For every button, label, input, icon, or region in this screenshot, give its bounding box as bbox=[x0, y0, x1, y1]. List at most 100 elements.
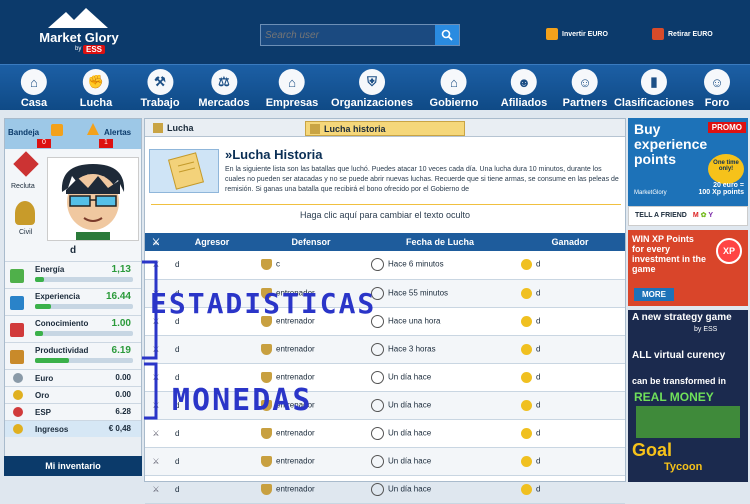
nav-item-label: Afiliados bbox=[500, 97, 548, 109]
aggressor-cell[interactable]: d bbox=[167, 475, 257, 504]
toggle-hidden-text-link[interactable]: Haga clic aquí para cambiar el texto ocu… bbox=[145, 210, 625, 220]
stat-value: 1,13 bbox=[111, 264, 131, 275]
more-button[interactable]: MORE bbox=[634, 288, 674, 301]
alert-icon[interactable] bbox=[87, 123, 99, 135]
win-xp-ad[interactable]: WIN XP Points for every investment in th… bbox=[628, 230, 748, 306]
shield-icon bbox=[261, 455, 272, 467]
winner-cell[interactable]: d bbox=[515, 251, 625, 280]
tab-fight-history[interactable]: Lucha historia bbox=[305, 121, 465, 136]
table-row[interactable]: ⚔ d entrenador Hace 3 horas d bbox=[145, 335, 625, 364]
stat-value: 16.44 bbox=[105, 291, 131, 302]
currency-euro[interactable]: Euro 0.00 bbox=[5, 369, 141, 386]
my-inventory-button[interactable]: Mi inventario bbox=[4, 456, 142, 476]
factory-icon: ⌂ bbox=[279, 69, 305, 95]
stat-label: Experiencia bbox=[35, 292, 80, 301]
goal-tycoon-ad[interactable]: A new strategy game by ESS ALL virtual c… bbox=[628, 310, 748, 482]
trophy-icon bbox=[521, 427, 532, 439]
clock-icon bbox=[371, 370, 384, 384]
wallet-icon bbox=[652, 28, 664, 40]
stat-label: Conocimiento bbox=[35, 319, 89, 328]
winner-cell[interactable]: d bbox=[515, 307, 625, 336]
table-row[interactable]: ⚔ d c Hace 6 minutos d bbox=[145, 251, 625, 280]
stat-experiencia[interactable]: Experiencia 16.44 bbox=[5, 288, 141, 315]
aggressor-cell[interactable]: d bbox=[167, 447, 257, 476]
nav-item-gobierno[interactable]: ⌂ Gobierno bbox=[429, 65, 479, 111]
stat-conocimiento[interactable]: Conocimiento 1.00 bbox=[5, 315, 141, 342]
main-nav: ⌂ Casa ✊ Lucha ⚒ Trabajo ⚖ Mercados ⌂ Empresas ⛨ Or… bbox=[0, 64, 750, 110]
currency-esp[interactable]: ESP 6.28 bbox=[5, 403, 141, 420]
xp-badge-icon: XP bbox=[716, 238, 742, 264]
nav-item-afiliados[interactable]: ☻ Afiliados bbox=[501, 65, 547, 111]
buy-xp-ad-title: Buy experience points bbox=[634, 121, 708, 167]
currency-oro[interactable]: Oro 0.00 bbox=[5, 386, 141, 403]
defender-cell[interactable]: entrenador bbox=[257, 447, 365, 476]
col-header-date[interactable]: Fecha de Lucha bbox=[365, 233, 515, 251]
alerts-count-badge: 1 bbox=[99, 139, 113, 148]
nav-item-casa[interactable]: ⌂ Casa bbox=[21, 65, 47, 111]
defender-cell[interactable]: entrenador bbox=[257, 419, 365, 448]
defender-cell[interactable]: entrenador bbox=[257, 335, 365, 364]
winner-cell[interactable]: d bbox=[515, 475, 625, 504]
username[interactable]: d bbox=[5, 245, 141, 256]
invest-euro-button[interactable]: Invertir EURO bbox=[546, 27, 608, 41]
nav-item-trabajo[interactable]: ⚒ Trabajo bbox=[140, 65, 180, 111]
col-header-aggressor[interactable]: Agresor bbox=[167, 233, 257, 251]
search-input[interactable] bbox=[261, 25, 436, 45]
nav-item-label: Foro bbox=[704, 97, 730, 109]
stat-energía[interactable]: Energía 1,13 bbox=[5, 261, 141, 288]
winner-cell[interactable]: d bbox=[515, 391, 625, 420]
defender-cell[interactable]: c bbox=[257, 251, 365, 280]
search-button[interactable] bbox=[435, 25, 459, 45]
nav-item-organizaciones[interactable]: ⛨ Organizaciones bbox=[331, 65, 413, 111]
winner-cell[interactable]: d bbox=[515, 279, 625, 308]
tab-fight[interactable]: Lucha bbox=[149, 121, 219, 136]
date-cell: Hace 55 minutos bbox=[365, 279, 515, 308]
stat-productividad[interactable]: Productividad 6.19 bbox=[5, 342, 141, 369]
winner-cell[interactable]: d bbox=[515, 419, 625, 448]
house-icon: ⌂ bbox=[20, 69, 47, 95]
nav-item-label: Clasificaciones bbox=[613, 97, 695, 109]
nav-item-mercados[interactable]: ⚖ Mercados bbox=[198, 65, 250, 111]
search-icon bbox=[441, 29, 453, 41]
currency-label: Ingresos bbox=[35, 425, 69, 434]
alerts-label[interactable]: Alertas bbox=[104, 128, 131, 137]
nav-item-label: Mercados bbox=[198, 97, 250, 109]
inbox-icon[interactable] bbox=[51, 124, 63, 136]
aggressor-cell[interactable]: d bbox=[167, 335, 257, 364]
nav-item-partners[interactable]: ☺ Partners bbox=[562, 65, 608, 111]
nav-item-label: Partners bbox=[562, 97, 608, 109]
ad3-goal: Goal bbox=[632, 440, 673, 460]
table-row[interactable]: ⚔ d entrenador Un día hace d bbox=[145, 475, 625, 504]
date-cell: Un día hace bbox=[365, 391, 515, 420]
inbox-label[interactable]: Bandeja bbox=[8, 128, 39, 137]
withdraw-euro-button[interactable]: Retirar EURO bbox=[652, 27, 713, 41]
search-box[interactable] bbox=[260, 24, 460, 46]
tell-a-friend-button[interactable]: TELL A FRIEND M ✿ Y bbox=[628, 206, 748, 226]
avatar[interactable] bbox=[47, 157, 139, 241]
currency-ingresos[interactable]: Ingresos € 0,48 bbox=[5, 420, 141, 437]
aggressor-cell[interactable]: d bbox=[167, 419, 257, 448]
nav-item-empresas[interactable]: ⌂ Empresas bbox=[266, 65, 318, 111]
col-header-defender[interactable]: Defensor bbox=[257, 233, 365, 251]
currency-label: ESP bbox=[35, 408, 52, 417]
winner-cell[interactable]: d bbox=[515, 447, 625, 476]
stat-progress-bar bbox=[35, 277, 133, 282]
nav-item-clasificaciones[interactable]: ▮ Clasificaciones bbox=[614, 65, 694, 111]
stat-value: 6.19 bbox=[111, 345, 131, 356]
stat-icon bbox=[10, 323, 24, 337]
clock-icon bbox=[371, 398, 384, 412]
defender-cell[interactable]: entrenador bbox=[257, 475, 365, 504]
market-glory-logo[interactable]: Market Glory by ESS bbox=[20, 8, 138, 58]
col-header-winner[interactable]: Ganador bbox=[515, 233, 625, 251]
nav-item-foro[interactable]: ☺ Foro bbox=[704, 65, 730, 111]
table-header: ⚔ Agresor Defensor Fecha de Lucha Ganado… bbox=[145, 233, 625, 251]
winner-cell[interactable]: d bbox=[515, 363, 625, 392]
table-row[interactable]: ⚔ d entrenador Un día hace d bbox=[145, 447, 625, 476]
nav-item-label: Gobierno bbox=[429, 97, 479, 109]
aggressor-cell[interactable]: d bbox=[167, 251, 257, 280]
winner-cell[interactable]: d bbox=[515, 335, 625, 364]
nav-item-lucha[interactable]: ✊ Lucha bbox=[80, 65, 112, 111]
tab-fight-history-label: Lucha historia bbox=[324, 124, 386, 134]
page-description: En la siguiente lista son las batallas q… bbox=[225, 166, 619, 193]
table-row[interactable]: ⚔ d entrenador Un día hace d bbox=[145, 419, 625, 448]
